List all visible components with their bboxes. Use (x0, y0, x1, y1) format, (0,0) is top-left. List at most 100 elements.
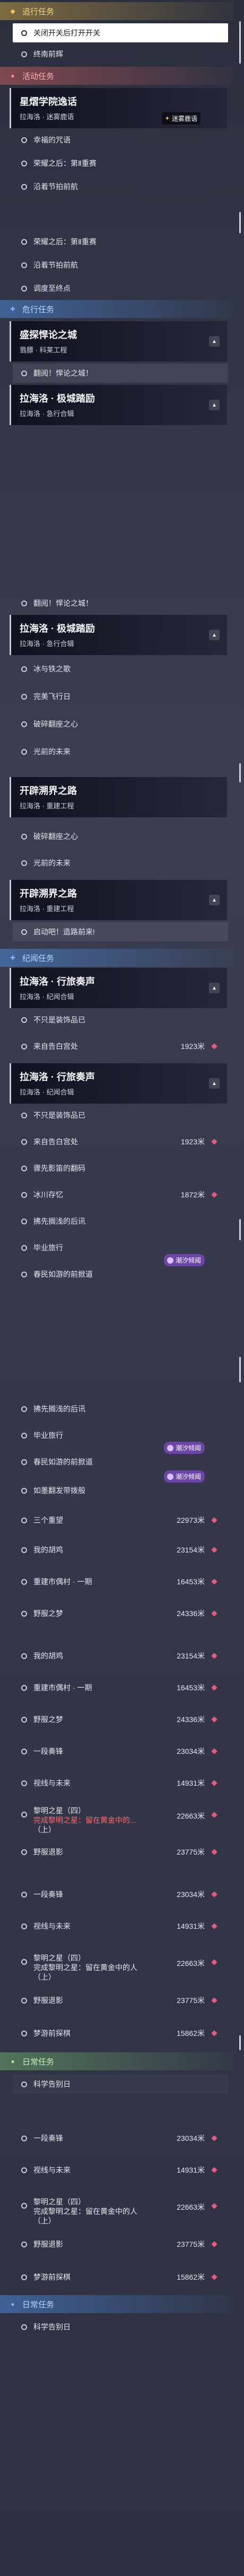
quest-row[interactable]: 骤先影笛的翻码 (13, 1159, 228, 1178)
quest-row[interactable]: 不只是装饰品已 (13, 1010, 228, 1029)
quest-row[interactable]: 视线与未来 14931米 (13, 2160, 228, 2180)
quest-row[interactable]: 荣耀之后：第Ⅱ重赛 (13, 232, 228, 251)
quest-row[interactable]: 野服之梦 24336米 (13, 1604, 228, 1623)
quest-card[interactable]: 拉海洛 · 行旅奏声 拉海洛 · 纪闻合辑 ▲ (10, 968, 227, 1008)
scroll-rail[interactable] (239, 1357, 241, 1382)
quest-row[interactable]: 冰川存忆 1872米 (13, 1185, 228, 1204)
section-header-companion[interactable]: ✚ 危行任务 (0, 300, 233, 318)
quest-row[interactable]: 终南前辉 (13, 45, 228, 64)
quest-row-selected[interactable]: 关闭开关后打开开关 (13, 23, 228, 42)
radio-circle (21, 262, 27, 268)
map-marker-icon (211, 2274, 217, 2280)
collapse-icon[interactable]: ▲ (209, 400, 220, 410)
radio-circle (21, 1459, 27, 1465)
quest-row[interactable]: 翻阅！悍论之城！ (13, 364, 228, 383)
quest-row[interactable]: 视线与未来 14931米 (13, 1774, 228, 1793)
collapse-icon[interactable]: ▲ (209, 1078, 220, 1089)
section-header-tracking[interactable]: ◆ 追行任务 (0, 2, 233, 20)
quest-label-suffix: （上） (33, 1973, 56, 1981)
quest-row[interactable]: 启动吧！造路前来! (13, 922, 228, 941)
radio-circle (21, 1653, 27, 1659)
quest-row[interactable]: 如墨翻发带拨般 潮汐倾阈 (13, 1470, 228, 1500)
quest-row[interactable]: 不只是装饰品已 (13, 1106, 228, 1125)
quest-label: 荣耀之后：第Ⅱ重赛 (33, 159, 97, 167)
quest-row[interactable]: 幸福的咒语 (13, 130, 228, 149)
radio-circle (21, 721, 27, 727)
quest-card[interactable]: 星熠学院逸话 拉海洛 · 迷雾鹿语 ✦ 迷雾鹿语 (10, 88, 227, 128)
quest-label: 破碎翻座之心 (33, 832, 78, 841)
quest-row[interactable]: 我的胡鸡 23154米 (13, 1646, 228, 1665)
quest-row[interactable]: 拂先搁浅的后讯 (13, 1212, 228, 1231)
collapse-icon[interactable]: ▲ (209, 630, 220, 640)
quest-card[interactable]: 拉海洛 · 极城踏励 拉海洛 · 急行合辑 ▲ (10, 385, 227, 425)
quest-card[interactable]: 开辟溯界之路 拉海洛 · 重建工程 (10, 777, 227, 817)
distance-label: 22663米 (177, 1959, 205, 1968)
quest-row[interactable]: 拂先搁浅的后讯 (13, 1399, 228, 1418)
quest-row[interactable]: 来自告白宫处 1923米 (13, 1132, 228, 1151)
distance-label: 23775米 (177, 2240, 205, 2248)
quest-row[interactable]: 翻阅！悍论之城！ (13, 594, 228, 613)
scroll-rail[interactable] (239, 212, 241, 233)
quest-card[interactable]: 拉海洛 · 极城踏励 拉海洛 · 急行合辑 ▲ (10, 615, 227, 655)
quest-row[interactable]: 春民如游的前掀道 潮汐倾阈 (13, 1442, 228, 1471)
scroll-rail[interactable] (239, 763, 241, 782)
collapse-icon[interactable]: ▲ (209, 895, 220, 905)
quest-row[interactable]: 破碎翻座之心 (13, 714, 228, 734)
quest-row[interactable]: 黎明之星（四） 完成黎明之星：留在黄金中的人 （上） 22663米 (13, 2192, 228, 2225)
section-header-event[interactable]: ● 活动任务 (0, 67, 233, 85)
map-marker-icon (211, 1139, 217, 1145)
quest-row[interactable]: 沿着节拍前航 (13, 177, 228, 196)
quest-row[interactable]: 黎明之星（四） 完成黎明之星：留在黄金中的人 （上） 22663米 (13, 1948, 228, 1981)
map-marker-icon (211, 1812, 217, 1818)
quest-card[interactable]: 开辟溯界之路 拉海洛 · 重建工程 ▲ (10, 880, 227, 920)
map-marker-icon (211, 1043, 217, 1049)
quest-row[interactable]: 野服退影 23775米 (13, 1991, 228, 2010)
card-subtitle: 拉海洛 · 重建工程 (20, 802, 74, 810)
card-subtitle: 拉海洛 · 急行合辑 (20, 410, 74, 418)
quest-row[interactable]: 梦游前探棋 15862米 (13, 2268, 228, 2287)
quest-row[interactable]: 科学告别日 (13, 2075, 228, 2094)
scroll-rail[interactable] (239, 1219, 241, 1240)
quest-row[interactable]: 一段奏锋 23034米 (13, 1885, 228, 1904)
collapse-icon[interactable]: ▲ (209, 336, 220, 347)
section-title: 活动任务 (22, 72, 55, 81)
radio-circle (21, 1517, 27, 1523)
section-header-chronicle[interactable]: ✚ 纪闻任务 (0, 949, 233, 967)
quest-row[interactable]: 荣耀之后：第Ⅱ重赛 (13, 154, 228, 173)
distance-label: 1923米 (180, 1137, 205, 1146)
quest-row[interactable]: 光前的未来 (13, 742, 228, 761)
quest-row[interactable]: 重建市偶村 · 一期 16453米 (13, 1678, 228, 1697)
quest-row[interactable]: 野服退影 23775米 (13, 1842, 228, 1862)
quest-row[interactable]: 调度至终点 (13, 279, 228, 298)
quest-row[interactable]: 春民如游的前掀道 潮汐倾阈 (13, 1254, 228, 1284)
quest-row[interactable]: 冰与铁之歌 (13, 659, 228, 678)
quest-row[interactable]: 科学告别日 (13, 2317, 228, 2336)
quest-row[interactable]: 光前的未来 (13, 853, 228, 872)
scroll-rail[interactable] (239, 2035, 241, 2050)
section-header-daily-2[interactable]: ● 日常任务 (0, 2295, 233, 2313)
quest-row[interactable]: 重建市偶村 · 一期 16453米 (13, 1572, 228, 1591)
map-marker-icon (211, 2135, 217, 2141)
scroll-rail[interactable] (239, 21, 241, 64)
section-header-daily[interactable]: ● 日常任务 (0, 2052, 233, 2070)
quest-row[interactable]: 一段奏锋 23034米 (13, 1742, 228, 1761)
quest-row[interactable]: 沿着节拍前航 (13, 255, 228, 275)
quest-label: 如墨翻发带拨般 (33, 1486, 85, 1495)
quest-row[interactable]: 完美飞行日 (13, 687, 228, 706)
quest-row[interactable]: 视线与未来 14931米 (13, 1917, 228, 1936)
quest-row[interactable]: 野服退影 23775米 (13, 2235, 228, 2254)
collapse-icon[interactable]: ▲ (209, 983, 220, 993)
card-title: 拉海洛 · 行旅奏声 (20, 1072, 95, 1082)
quest-row[interactable]: 三个重望 22973米 (13, 1511, 228, 1530)
quest-row[interactable]: 野服之梦 24336米 (13, 1710, 228, 1729)
quest-row[interactable]: 一段奏锋 23034米 (13, 2129, 228, 2148)
quest-row[interactable]: 来自告白宫处 1923米 (13, 1037, 228, 1056)
radio-circle (21, 1165, 27, 1171)
quest-row[interactable]: 梦游前探棋 15862米 (13, 2024, 228, 2043)
quest-card[interactable]: 拉海洛 · 行旅奏声 拉海洛 · 纪闻合辑 ▲ (10, 1063, 227, 1104)
quest-card[interactable]: 盛探悍论之城 翡膘 · 科莱工程 ▲ (10, 321, 227, 361)
quest-progress-text: 完成黎明之星：留在黄金中的... (33, 1816, 136, 1824)
quest-row[interactable]: 我的胡鸡 23154米 (13, 1540, 228, 1559)
quest-row[interactable]: 黎明之星（四） 完成黎明之星：留在黄金中的... （上） 22663米 (13, 1801, 228, 1834)
quest-row[interactable]: 破碎翻座之心 (13, 827, 228, 846)
